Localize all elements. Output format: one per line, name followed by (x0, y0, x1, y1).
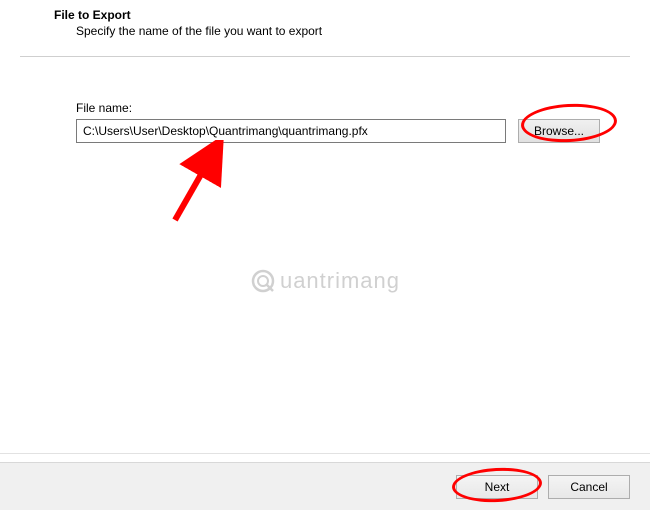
file-field-group: File name: Browse... (76, 101, 630, 143)
page-subtitle: Specify the name of the file you want to… (76, 24, 630, 38)
footer: Next Cancel (0, 462, 650, 510)
annotation-arrow (160, 140, 240, 230)
file-name-label: File name: (76, 101, 630, 115)
watermark: uantrimang (0, 268, 650, 294)
cancel-button[interactable]: Cancel (548, 475, 630, 499)
watermark-q-icon (250, 268, 276, 294)
next-button[interactable]: Next (456, 475, 538, 499)
file-name-input[interactable] (76, 119, 506, 143)
watermark-text: uantrimang (280, 268, 400, 294)
page-title: File to Export (54, 8, 630, 22)
browse-button[interactable]: Browse... (518, 119, 600, 143)
footer-divider (0, 453, 650, 454)
wizard-content: File to Export Specify the name of the f… (0, 0, 650, 38)
